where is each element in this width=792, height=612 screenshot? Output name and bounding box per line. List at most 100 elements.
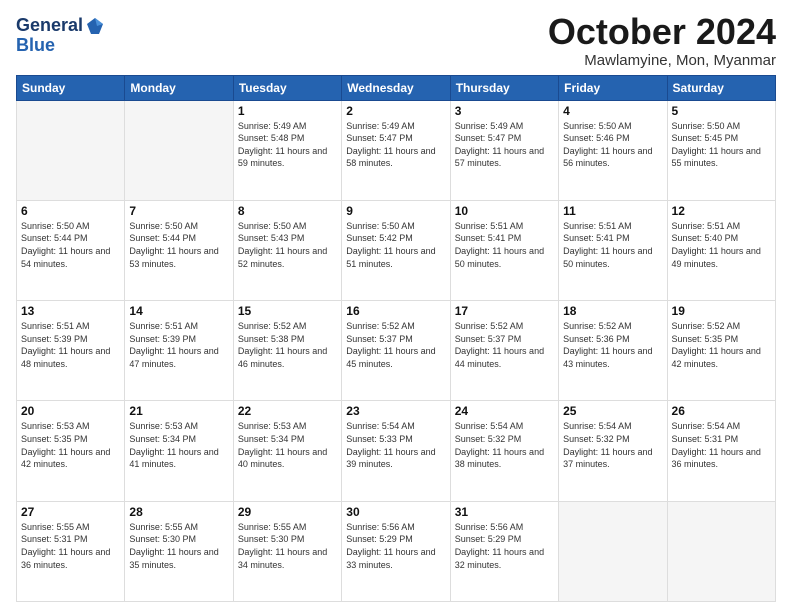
logo-general: General xyxy=(16,16,83,36)
calendar-week-row: 6 Sunrise: 5:50 AMSunset: 5:44 PMDaylight… xyxy=(17,200,776,300)
page: General Blue October 2024 Mawlamyine, Mo… xyxy=(0,0,792,612)
location: Mawlamyine, Mon, Myanmar xyxy=(548,52,776,69)
calendar-day-cell: 5Sunrise: 5:50 AMSunset: 5:45 PMDaylight… xyxy=(667,100,775,200)
day-number: 2 xyxy=(346,104,445,118)
day-number: 1 xyxy=(238,104,337,118)
calendar-day-cell: 3 Sunrise: 5:49 AMSunset: 5:47 PMDaylight… xyxy=(450,100,558,200)
calendar-day-cell: 7 Sunrise: 5:50 AMSunset: 5:44 PMDaylight… xyxy=(125,200,233,300)
calendar-day-cell: 28 Sunrise: 5:55 AMSunset: 5:30 PMDayligh… xyxy=(125,501,233,601)
day-number: 12 xyxy=(672,204,771,218)
calendar-day-cell: 16 Sunrise: 5:52 AMSunset: 5:37 PMDayligh… xyxy=(342,301,450,401)
day-number: 19 xyxy=(672,304,771,318)
header: General Blue October 2024 Mawlamyine, Mo… xyxy=(16,12,776,69)
logo-flag-icon xyxy=(85,16,105,36)
calendar-day-cell: 13 Sunrise: 5:51 AMSunset: 5:39 PMDayligh… xyxy=(17,301,125,401)
day-info: Sunrise: 5:51 AMSunset: 5:41 PMDaylight:… xyxy=(455,220,554,270)
calendar-day-cell: 2Sunrise: 5:49 AMSunset: 5:47 PMDaylight… xyxy=(342,100,450,200)
calendar-day-cell: 14Sunrise: 5:51 AMSunset: 5:39 PMDayligh… xyxy=(125,301,233,401)
day-info: Sunrise: 5:49 AMSunset: 5:47 PMDaylight:… xyxy=(455,120,554,170)
day-number: 10 xyxy=(455,204,554,218)
day-number: 27 xyxy=(21,505,120,519)
weekday-header: Sunday xyxy=(17,75,125,100)
day-number: 11 xyxy=(563,204,662,218)
calendar-day-cell: 18 Sunrise: 5:52 AMSunset: 5:36 PMDayligh… xyxy=(559,301,667,401)
day-info: Sunrise: 5:51 AMSunset: 5:41 PMDaylight:… xyxy=(563,220,662,270)
day-info: Sunrise: 5:50 AMSunset: 5:45 PMDaylight:… xyxy=(672,120,771,170)
day-number: 8 xyxy=(238,204,337,218)
day-number: 17 xyxy=(455,304,554,318)
day-number: 18 xyxy=(563,304,662,318)
title-block: October 2024 Mawlamyine, Mon, Myanmar xyxy=(548,12,776,69)
calendar-table: SundayMondayTuesdayWednesdayThursdayFrid… xyxy=(16,75,776,602)
day-number: 24 xyxy=(455,404,554,418)
day-info: Sunrise: 5:54 AMSunset: 5:32 PMDaylight:… xyxy=(563,420,662,470)
calendar-day-cell: 15 Sunrise: 5:52 AMSunset: 5:38 PMDayligh… xyxy=(233,301,341,401)
day-info: Sunrise: 5:52 AMSunset: 5:38 PMDaylight:… xyxy=(238,320,337,370)
day-info: Sunrise: 5:54 AMSunset: 5:33 PMDaylight:… xyxy=(346,420,445,470)
day-number: 20 xyxy=(21,404,120,418)
calendar-day-cell: 22Sunrise: 5:53 AMSunset: 5:34 PMDayligh… xyxy=(233,401,341,501)
day-info: Sunrise: 5:53 AMSunset: 5:35 PMDaylight:… xyxy=(21,420,120,470)
day-number: 15 xyxy=(238,304,337,318)
calendar-day-cell: 30 Sunrise: 5:56 AMSunset: 5:29 PMDayligh… xyxy=(342,501,450,601)
day-info: Sunrise: 5:52 AMSunset: 5:37 PMDaylight:… xyxy=(346,320,445,370)
calendar-day-cell: 27Sunrise: 5:55 AMSunset: 5:31 PMDayligh… xyxy=(17,501,125,601)
day-number: 21 xyxy=(129,404,228,418)
calendar-day-cell xyxy=(125,100,233,200)
calendar-day-cell: 11 Sunrise: 5:51 AMSunset: 5:41 PMDayligh… xyxy=(559,200,667,300)
calendar-day-cell xyxy=(667,501,775,601)
day-info: Sunrise: 5:51 AMSunset: 5:39 PMDaylight:… xyxy=(21,320,120,370)
day-info: Sunrise: 5:51 AMSunset: 5:40 PMDaylight:… xyxy=(672,220,771,270)
calendar-day-cell: 23 Sunrise: 5:54 AMSunset: 5:33 PMDayligh… xyxy=(342,401,450,501)
day-number: 22 xyxy=(238,404,337,418)
weekday-header: Wednesday xyxy=(342,75,450,100)
day-number: 30 xyxy=(346,505,445,519)
day-number: 13 xyxy=(21,304,120,318)
day-info: Sunrise: 5:50 AMSunset: 5:46 PMDaylight:… xyxy=(563,120,662,170)
weekday-header: Friday xyxy=(559,75,667,100)
day-info: Sunrise: 5:52 AMSunset: 5:35 PMDaylight:… xyxy=(672,320,771,370)
day-info: Sunrise: 5:54 AMSunset: 5:31 PMDaylight:… xyxy=(672,420,771,470)
day-number: 28 xyxy=(129,505,228,519)
day-number: 6 xyxy=(21,204,120,218)
calendar-day-cell: 19 Sunrise: 5:52 AMSunset: 5:35 PMDayligh… xyxy=(667,301,775,401)
calendar-day-cell: 8Sunrise: 5:50 AMSunset: 5:43 PMDaylight… xyxy=(233,200,341,300)
day-number: 25 xyxy=(563,404,662,418)
day-info: Sunrise: 5:50 AMSunset: 5:44 PMDaylight:… xyxy=(21,220,120,270)
day-info: Sunrise: 5:55 AMSunset: 5:30 PMDaylight:… xyxy=(129,521,228,571)
weekday-header: Saturday xyxy=(667,75,775,100)
month-title: October 2024 xyxy=(548,12,776,52)
day-number: 29 xyxy=(238,505,337,519)
calendar-day-cell: 6 Sunrise: 5:50 AMSunset: 5:44 PMDaylight… xyxy=(17,200,125,300)
calendar-week-row: 27Sunrise: 5:55 AMSunset: 5:31 PMDayligh… xyxy=(17,501,776,601)
calendar-week-row: 1 Sunrise: 5:49 AMSunset: 5:48 PMDaylight… xyxy=(17,100,776,200)
calendar-day-cell: 20 Sunrise: 5:53 AMSunset: 5:35 PMDayligh… xyxy=(17,401,125,501)
day-info: Sunrise: 5:52 AMSunset: 5:36 PMDaylight:… xyxy=(563,320,662,370)
calendar-day-cell: 21 Sunrise: 5:53 AMSunset: 5:34 PMDayligh… xyxy=(125,401,233,501)
calendar-day-cell: 25 Sunrise: 5:54 AMSunset: 5:32 PMDayligh… xyxy=(559,401,667,501)
logo: General Blue xyxy=(16,16,105,56)
day-number: 16 xyxy=(346,304,445,318)
day-number: 7 xyxy=(129,204,228,218)
weekday-header: Thursday xyxy=(450,75,558,100)
day-number: 23 xyxy=(346,404,445,418)
day-info: Sunrise: 5:56 AMSunset: 5:29 PMDaylight:… xyxy=(455,521,554,571)
day-info: Sunrise: 5:49 AMSunset: 5:48 PMDaylight:… xyxy=(238,120,337,170)
calendar-day-cell: 4 Sunrise: 5:50 AMSunset: 5:46 PMDaylight… xyxy=(559,100,667,200)
calendar-day-cell: 9 Sunrise: 5:50 AMSunset: 5:42 PMDaylight… xyxy=(342,200,450,300)
calendar-day-cell: 31Sunrise: 5:56 AMSunset: 5:29 PMDayligh… xyxy=(450,501,558,601)
day-info: Sunrise: 5:53 AMSunset: 5:34 PMDaylight:… xyxy=(129,420,228,470)
weekday-header: Tuesday xyxy=(233,75,341,100)
calendar-day-cell: 1 Sunrise: 5:49 AMSunset: 5:48 PMDaylight… xyxy=(233,100,341,200)
day-info: Sunrise: 5:50 AMSunset: 5:44 PMDaylight:… xyxy=(129,220,228,270)
day-number: 4 xyxy=(563,104,662,118)
calendar-week-row: 20 Sunrise: 5:53 AMSunset: 5:35 PMDayligh… xyxy=(17,401,776,501)
day-number: 9 xyxy=(346,204,445,218)
day-number: 3 xyxy=(455,104,554,118)
day-info: Sunrise: 5:56 AMSunset: 5:29 PMDaylight:… xyxy=(346,521,445,571)
day-info: Sunrise: 5:55 AMSunset: 5:30 PMDaylight:… xyxy=(238,521,337,571)
day-info: Sunrise: 5:51 AMSunset: 5:39 PMDaylight:… xyxy=(129,320,228,370)
day-info: Sunrise: 5:50 AMSunset: 5:42 PMDaylight:… xyxy=(346,220,445,270)
logo-blue: Blue xyxy=(16,36,105,56)
day-info: Sunrise: 5:54 AMSunset: 5:32 PMDaylight:… xyxy=(455,420,554,470)
